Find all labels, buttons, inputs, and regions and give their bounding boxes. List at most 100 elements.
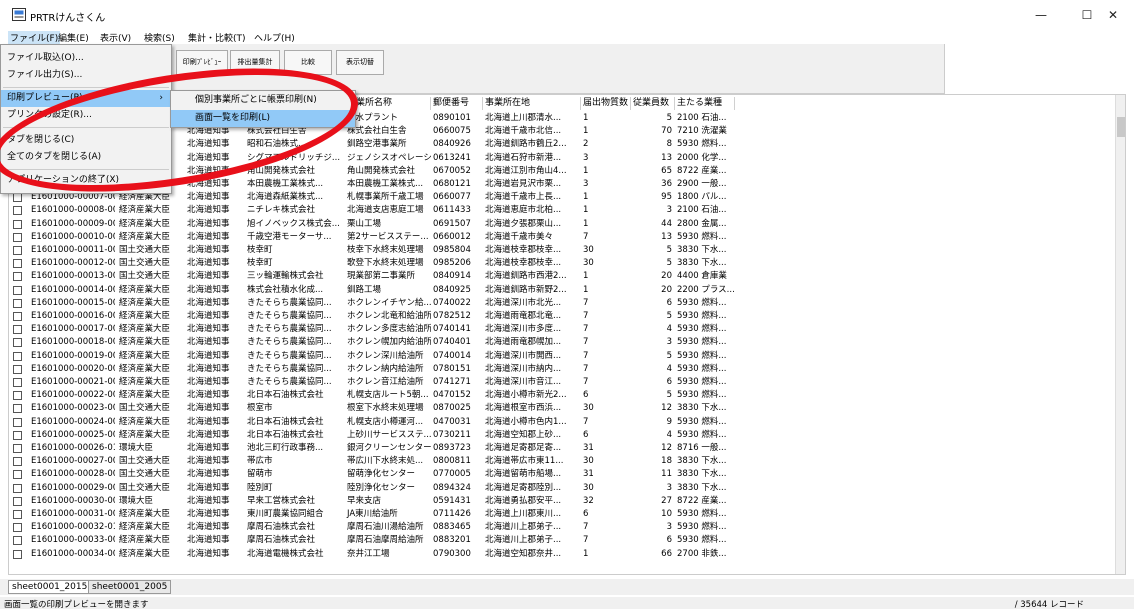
cell-address: 北海道雨竜郡北竜... — [485, 311, 562, 321]
row-checkbox[interactable] — [13, 404, 22, 414]
row-checkbox[interactable] — [13, 496, 22, 506]
menu-item-exit[interactable]: アプリケーションの終了(X) — [1, 172, 171, 189]
menu-item-close-all-tabs[interactable]: 全てのタブを閉じる(A) — [1, 149, 171, 166]
row-checkbox[interactable] — [13, 457, 22, 467]
minimize-button[interactable]: — — [1018, 2, 1064, 28]
table-row[interactable]: E1601000-00034-00 経済産業大臣 北海道知事 北海道電機株式会社 奈井江… — [9, 548, 1119, 561]
cell-company-name: きたそらち農業協同... — [247, 311, 332, 321]
col-substance-count[interactable]: 届出物質数 — [581, 97, 631, 110]
table-row[interactable]: E1601000-00020-00 経済産業大臣 北海道知事 きたそらち農業協同...… — [9, 363, 1119, 376]
menu-item-close-tab[interactable]: タブを閉じる(C) — [1, 132, 171, 149]
row-checkbox[interactable] — [13, 444, 22, 453]
row-checkbox[interactable] — [13, 523, 22, 533]
table-row[interactable]: E1601000-00013-00 国土交通大臣 北海道知事 三ッ輪運輸株式会社 現業部… — [9, 270, 1119, 283]
row-checkbox[interactable] — [13, 272, 22, 282]
emission-total-button[interactable]: 排出量集計 — [230, 50, 280, 75]
row-checkbox[interactable] — [13, 391, 22, 401]
row-checkbox[interactable] — [13, 470, 22, 480]
row-checkbox[interactable] — [13, 285, 22, 295]
menu-item-printer-settings[interactable]: プリンタの設定(R)... — [1, 107, 171, 124]
table-row[interactable]: E1601000-00023-00 国土交通大臣 北海道知事 根室市 根室下水終末処理場… — [9, 402, 1119, 415]
menu-view[interactable]: 表示(V) — [100, 31, 131, 44]
row-checkbox[interactable] — [13, 378, 22, 387]
table-row[interactable]: E1601000-00028-00 国土交通大臣 北海道知事 留萌市 留萌浄化センター 0… — [9, 468, 1119, 481]
sheet-tab-2005[interactable]: sheet0001_2005 — [88, 580, 172, 594]
table-row[interactable]: 北海道知事 角山開発株式会社 角山開発株式会社 0670052 北海道江別市角山4...… — [9, 165, 1119, 178]
cell-employee-count: 12 — [661, 403, 672, 414]
table-row[interactable]: E1601000-00011-00 国土交通大臣 北海道知事 枝幸町 枝幸下水終末処理場… — [9, 244, 1119, 257]
table-row[interactable]: E1601000-00032-01 経済産業大臣 北海道知事 摩周石油株式会社 摩周石油… — [9, 521, 1119, 534]
table-row[interactable]: 北海道知事 本田農機工業株式... 本田農機工業株式... 0680121 北海道岩見沢… — [9, 178, 1119, 191]
col-employees[interactable]: 従業員数 — [631, 97, 675, 110]
row-checkbox[interactable] — [13, 298, 22, 308]
cell-address: 北海道足寄郡陸別... — [485, 482, 562, 493]
table-row[interactable]: E1601000-00016-00 経済産業大臣 北海道知事 きたそらち農業協同...… — [9, 310, 1119, 323]
table-row[interactable]: E1601000-00008-00 経済産業大臣 北海道知事 ニチレキ株式会社 北海道支… — [9, 204, 1119, 217]
row-checkbox[interactable] — [13, 364, 22, 374]
table-row[interactable]: E1601000-00033-00 経済産業大臣 北海道知事 摩周石油株式会社 摩周石油… — [9, 534, 1119, 547]
cell-governor: 北海道知事 — [187, 218, 230, 229]
col-office-name[interactable]: 事業所名称 — [345, 97, 431, 110]
row-checkbox[interactable] — [13, 536, 22, 546]
table-row[interactable]: E1601000-00009-00 経済産業大臣 北海道知事 旭イノベックス株式会..… — [9, 218, 1119, 231]
menu-item-file-import[interactable]: ファイル取込(O)... — [1, 50, 171, 67]
menu-edit[interactable]: 編集(E) — [58, 31, 89, 44]
menu-item-file-export[interactable]: ファイル出力(S)... — [1, 67, 171, 84]
cell-substance-count: 1 — [583, 205, 589, 216]
table-row[interactable]: E1601000-00015-00 経済産業大臣 北海道知事 きたそらち農業協同...… — [9, 297, 1119, 310]
table-row[interactable]: E1601000-00026-01 環境大臣 北海道知事 池北三町行政事務... 銀河ク… — [9, 442, 1119, 455]
col-zip[interactable]: 郵便番号 — [431, 97, 483, 110]
table-row[interactable]: E1601000-00007-00 経済産業大臣 北海道知事 北海道森紙業株式... 札… — [9, 191, 1119, 204]
table-row[interactable]: E1601000-00022-00 経済産業大臣 北海道知事 北日本石油株式会社 札幌支… — [9, 389, 1119, 402]
table-row[interactable]: E1601000-00019-00 経済産業大臣 北海道知事 きたそらち農業協同...… — [9, 350, 1119, 363]
col-address[interactable]: 事業所在地 — [483, 97, 581, 110]
row-checkbox[interactable] — [13, 351, 22, 361]
cell-employee-count: 65 — [661, 165, 672, 176]
table-row[interactable]: 大臣北海道知事シグマアルドリッチジ...ジェノシスオペレーシ...0613241… — [9, 152, 1119, 165]
table-row[interactable]: E1601000-00010-00 経済産業大臣 北海道知事 千歳空港モーターサ...… — [9, 231, 1119, 244]
table-row[interactable]: E1601000-00012-00 国土交通大臣 北海道知事 枝幸町 歌登下水終末処理場… — [9, 257, 1119, 270]
col-industry[interactable]: 主たる業種 — [675, 97, 735, 110]
table-row[interactable]: E1601000-00029-00 国土交通大臣 北海道知事 陸別町 陸別浄化センター 0… — [9, 482, 1119, 495]
submenu-item-per-office-print[interactable]: 個別事業所ごとに帳票印刷(N) — [171, 92, 355, 109]
table-row[interactable]: E1601000-00014-00 経済産業大臣 北海道知事 株式会社積水化成... 釧… — [9, 284, 1119, 297]
menu-item-print-preview[interactable]: 印刷プレビュー(P) › — [1, 90, 171, 107]
row-checkbox[interactable] — [13, 206, 22, 216]
submenu-item-screen-list-print[interactable]: 画面一覧を印刷(L) — [171, 110, 355, 127]
table-row[interactable]: 北海道知事 昭和石油株式... 釧路空港事業所 0840926 北海道釧路市鶴丘2...… — [9, 138, 1119, 151]
row-checkbox[interactable] — [13, 338, 22, 348]
scroll-thumb[interactable] — [1117, 117, 1125, 137]
menu-help[interactable]: ヘルプ(H) — [254, 31, 295, 44]
row-checkbox[interactable] — [13, 417, 22, 427]
display-switch-button[interactable]: 表示切替 — [336, 50, 384, 75]
compare-button[interactable]: 比較 — [284, 50, 332, 75]
row-checkbox[interactable] — [13, 246, 22, 255]
vertical-scrollbar[interactable] — [1115, 95, 1125, 574]
menu-search[interactable]: 検索(S) — [144, 31, 175, 44]
cell-company-name: 摩周石油株式会社 — [247, 522, 316, 533]
menu-aggregate[interactable]: 集計・比較(T) — [188, 31, 246, 44]
table-row[interactable]: E1601000-00030-00 環境大臣 北海道知事 早来工営株式会社 早来支店 05… — [9, 495, 1119, 508]
row-checkbox[interactable] — [13, 232, 22, 242]
table-row[interactable]: E1601000-00025-00 経済産業大臣 北海道知事 北日本石油株式会社 上砂川… — [9, 429, 1119, 442]
row-checkbox[interactable] — [13, 193, 22, 203]
print-preview-button[interactable]: 印刷ﾌﾟﾚﾋﾞｭｰ — [176, 50, 228, 75]
close-button[interactable]: ✕ — [1090, 2, 1134, 28]
table-row[interactable]: E1601000-00024-00 経済産業大臣 北海道知事 北日本石油株式会社 札幌支… — [9, 416, 1119, 429]
row-checkbox[interactable] — [13, 430, 22, 440]
table-row[interactable]: E1601000-00021-00 経済産業大臣 北海道知事 きたそらち農業協同...… — [9, 376, 1119, 389]
menu-file[interactable]: ファイル(F) — [8, 31, 61, 44]
row-checkbox[interactable] — [13, 549, 22, 559]
row-checkbox[interactable] — [13, 510, 22, 519]
table-row[interactable]: E1601000-00017-00 経済産業大臣 北海道知事 きたそらち農業協同...… — [9, 323, 1119, 336]
row-checkbox[interactable] — [13, 325, 22, 335]
row-checkbox[interactable] — [13, 483, 22, 493]
row-checkbox[interactable] — [13, 259, 22, 269]
table-row[interactable]: E1601000-00018-00 経済産業大臣 北海道知事 きたそらち農業協同...… — [9, 336, 1119, 349]
row-checkbox[interactable] — [13, 312, 22, 321]
table-row[interactable]: E1601000-00031-00 経済産業大臣 北海道知事 東川町農業協同組合 JA東… — [9, 508, 1119, 521]
row-checkbox[interactable] — [13, 219, 22, 229]
sheet-tab-2015[interactable]: sheet0001_2015 — [8, 580, 92, 594]
table-row[interactable]: E1601000-00027-00 国土交通大臣 北海道知事 帯広市 帯広川下水終末処.… — [9, 455, 1119, 468]
cell-address: 北海道岩見沢市栗... — [485, 179, 562, 189]
